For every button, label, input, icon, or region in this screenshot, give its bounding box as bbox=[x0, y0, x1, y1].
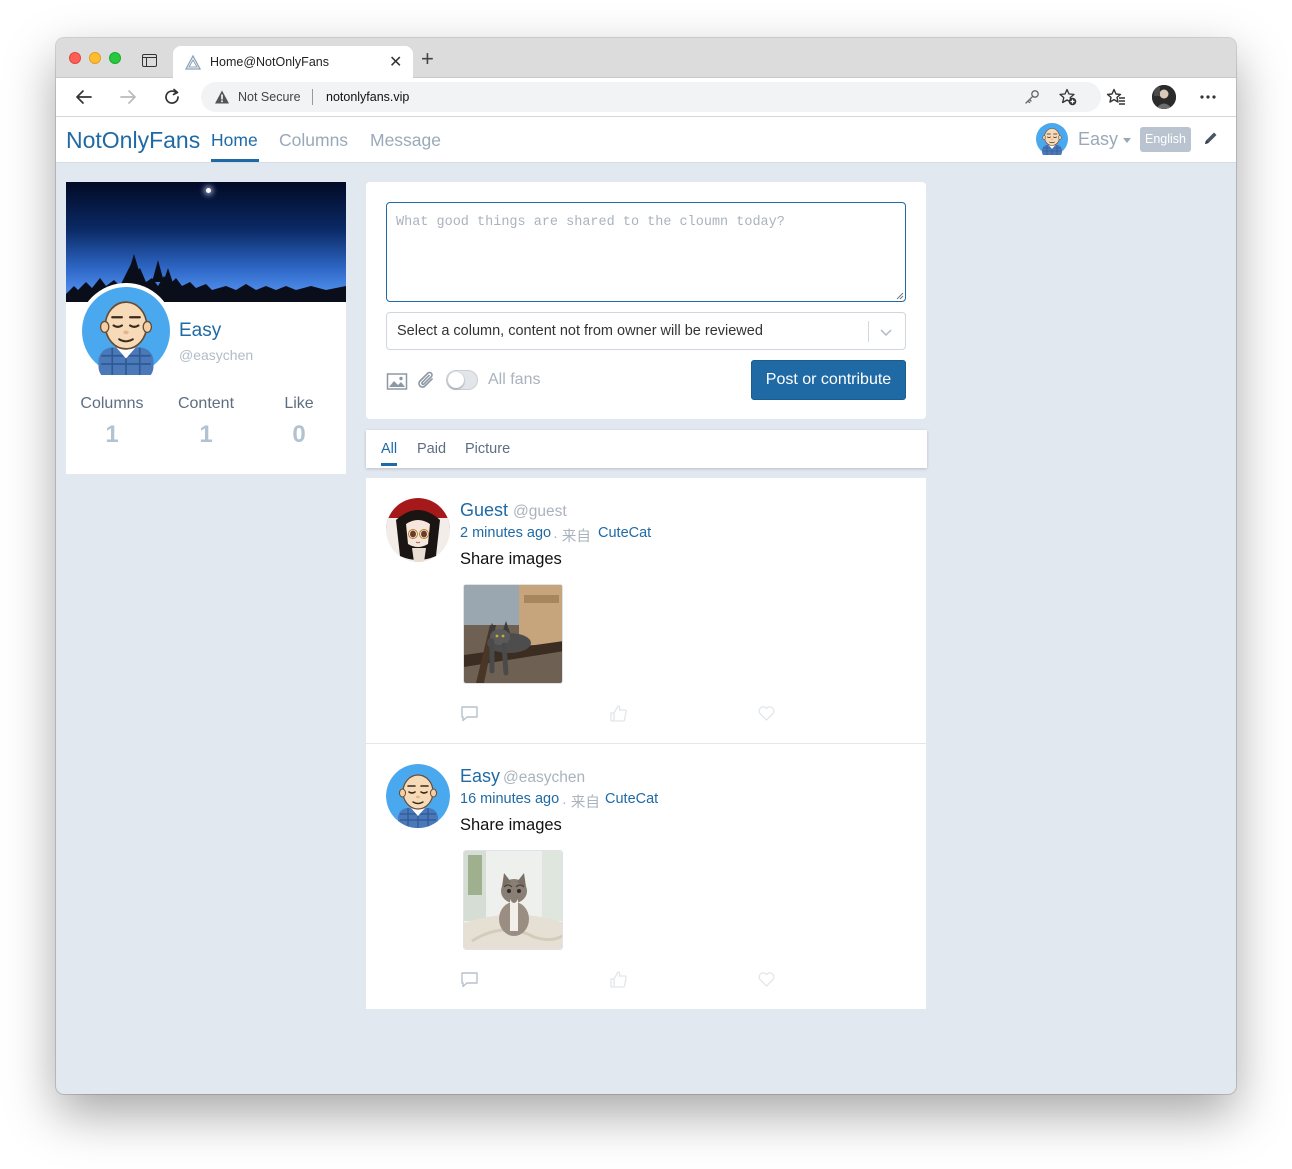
audience-label: All fans bbox=[488, 371, 541, 388]
column-select-placeholder: Select a column, content not from owner … bbox=[397, 323, 763, 339]
post-image[interactable] bbox=[463, 584, 563, 684]
key-icon[interactable] bbox=[1024, 89, 1040, 105]
reload-icon[interactable] bbox=[162, 87, 182, 107]
browser-profile-avatar[interactable] bbox=[1152, 85, 1176, 109]
comment-icon[interactable] bbox=[460, 970, 479, 989]
post-or-contribute-button[interactable]: Post or contribute bbox=[751, 360, 906, 400]
tab-title: Home@NotOnlyFans bbox=[210, 55, 329, 69]
post-from-label: · 来自 bbox=[562, 795, 600, 811]
url-field[interactable]: Not Secure notonlyfans.vip bbox=[201, 82, 1101, 112]
feed: Guest @guest 2 minutes ago · 来自 CuteCat … bbox=[366, 478, 926, 1009]
back-arrow-icon[interactable] bbox=[74, 87, 94, 107]
profile-card: Easy @easychen Columns 1 Content 1 Like … bbox=[66, 182, 346, 474]
nav-columns[interactable]: Columns bbox=[279, 130, 348, 151]
profile-name[interactable]: Easy bbox=[179, 320, 221, 342]
browser-window: Home@NotOnlyFans ✕ + Not Secure notonlyf… bbox=[56, 38, 1236, 1094]
stat-label: Content bbox=[177, 395, 235, 412]
title-bar: Home@NotOnlyFans ✕ + bbox=[56, 38, 1236, 79]
feed-post: Guest @guest 2 minutes ago · 来自 CuteCat … bbox=[366, 478, 926, 744]
resize-handle-icon[interactable] bbox=[895, 291, 904, 300]
post-author-name[interactable]: Guest bbox=[460, 500, 508, 521]
post-author-avatar[interactable] bbox=[386, 498, 450, 562]
post-text: Share images bbox=[460, 550, 562, 568]
heart-icon[interactable] bbox=[757, 970, 776, 989]
close-window-button[interactable] bbox=[69, 52, 81, 64]
zoom-window-button[interactable] bbox=[109, 52, 121, 64]
stat-columns[interactable]: Columns 1 bbox=[66, 395, 158, 449]
close-tab-icon[interactable]: ✕ bbox=[389, 52, 402, 72]
tab-actions-icon[interactable] bbox=[142, 54, 157, 67]
chevron-down-icon[interactable] bbox=[1123, 138, 1131, 143]
url-divider bbox=[312, 89, 313, 105]
attachment-icon[interactable] bbox=[416, 370, 438, 392]
cover-image bbox=[66, 182, 346, 302]
feed-filter-tabs: All Paid Picture bbox=[366, 430, 927, 468]
nav-home[interactable]: Home bbox=[211, 130, 258, 151]
nav-user-name[interactable]: Easy bbox=[1078, 129, 1118, 150]
thumbs-up-icon[interactable] bbox=[609, 970, 628, 989]
stat-label: Like bbox=[284, 395, 314, 412]
post-image[interactable] bbox=[463, 850, 563, 950]
nav-user-avatar[interactable] bbox=[1036, 123, 1068, 155]
site-favicon-icon bbox=[185, 55, 201, 70]
more-options-icon[interactable] bbox=[1198, 87, 1218, 107]
post-time[interactable]: 16 minutes ago bbox=[460, 791, 559, 807]
stat-label: Columns bbox=[80, 395, 144, 412]
post-text: Share images bbox=[460, 816, 562, 834]
stat-like[interactable]: Like 0 bbox=[253, 395, 345, 449]
pencil-icon[interactable] bbox=[1203, 130, 1219, 146]
post-author-name[interactable]: Easy bbox=[460, 766, 500, 787]
post-author-handle: @easychen bbox=[503, 769, 586, 786]
audience-toggle[interactable] bbox=[446, 370, 478, 390]
image-upload-icon[interactable] bbox=[386, 370, 408, 392]
stat-value: 1 bbox=[105, 421, 119, 448]
stat-value: 1 bbox=[199, 421, 213, 448]
tab-paid[interactable]: Paid bbox=[417, 441, 446, 457]
not-secure-label[interactable]: Not Secure bbox=[238, 90, 301, 104]
site-navbar: NotOnlyFans Home Columns Message Easy En… bbox=[56, 117, 1236, 163]
thumbs-up-icon[interactable] bbox=[609, 704, 628, 723]
add-favorite-icon[interactable] bbox=[1059, 88, 1077, 106]
url-text[interactable]: notonlyfans.vip bbox=[326, 90, 409, 104]
post-composer: Select a column, content not from owner … bbox=[366, 182, 926, 419]
post-column-link[interactable]: CuteCat bbox=[605, 791, 658, 807]
profile-handle: @easychen bbox=[179, 347, 254, 363]
column-select[interactable]: Select a column, content not from owner … bbox=[386, 312, 906, 350]
post-time[interactable]: 2 minutes ago bbox=[460, 525, 551, 541]
stat-value: 0 bbox=[292, 421, 306, 448]
comment-icon[interactable] bbox=[460, 704, 479, 723]
nav-active-indicator bbox=[211, 159, 259, 162]
tab-all[interactable]: All bbox=[381, 441, 397, 457]
minimize-window-button[interactable] bbox=[89, 52, 101, 64]
warning-icon[interactable] bbox=[214, 89, 230, 105]
address-bar: Not Secure notonlyfans.vip bbox=[56, 78, 1236, 117]
brand-logo[interactable]: NotOnlyFans bbox=[66, 127, 200, 154]
profile-avatar[interactable] bbox=[78, 283, 174, 379]
nav-message[interactable]: Message bbox=[370, 130, 441, 151]
browser-tab[interactable]: Home@NotOnlyFans ✕ bbox=[173, 46, 413, 79]
post-textarea[interactable] bbox=[386, 202, 906, 302]
language-switch[interactable]: English bbox=[1140, 127, 1191, 152]
feed-post: Easy @easychen 16 minutes ago · 来自 CuteC… bbox=[366, 743, 926, 1009]
tree-silhouette bbox=[66, 254, 346, 302]
post-column-link[interactable]: CuteCat bbox=[598, 525, 651, 541]
tab-active-indicator bbox=[381, 463, 397, 466]
tab-picture[interactable]: Picture bbox=[465, 441, 510, 457]
post-from-label: · 来自 bbox=[553, 529, 591, 545]
new-tab-icon[interactable]: + bbox=[421, 48, 434, 70]
forward-arrow-icon[interactable] bbox=[118, 87, 138, 107]
favorites-icon[interactable] bbox=[1106, 87, 1126, 107]
toggle-knob bbox=[448, 372, 464, 388]
heart-icon[interactable] bbox=[757, 704, 776, 723]
select-divider bbox=[868, 321, 869, 342]
stat-content[interactable]: Content 1 bbox=[160, 395, 252, 449]
post-author-handle: @guest bbox=[513, 503, 567, 520]
post-author-avatar[interactable] bbox=[386, 764, 450, 828]
chevron-down-icon[interactable] bbox=[879, 325, 893, 339]
